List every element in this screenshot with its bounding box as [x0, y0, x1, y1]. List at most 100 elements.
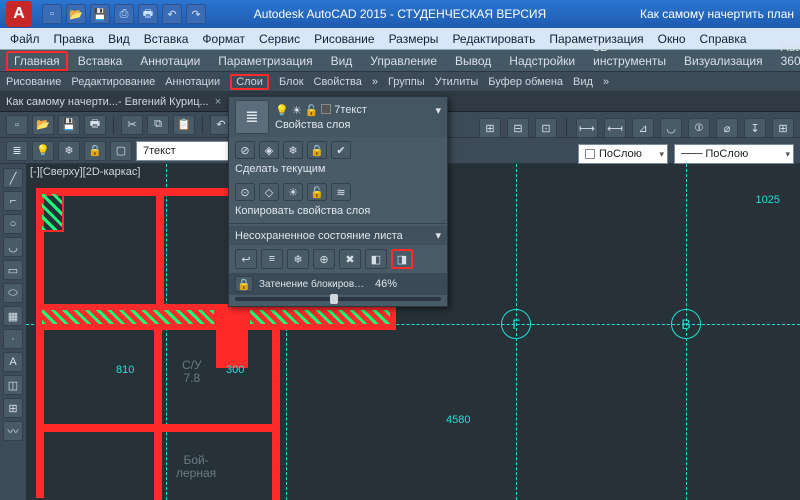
region-icon[interactable]: ◫ [3, 375, 23, 395]
tool-dr2-icon[interactable]: ⊟ [507, 118, 529, 138]
menu-edit[interactable]: Правка [54, 32, 95, 46]
panel-modify[interactable]: Редактирование [71, 76, 155, 88]
menu-format[interactable]: Формат [202, 32, 245, 46]
close-tab-icon[interactable]: × [215, 96, 221, 108]
tool-print-icon[interactable]: 🖶 [84, 115, 106, 135]
make-current-label[interactable]: Сделать текущим [235, 163, 325, 175]
qat-redo-icon[interactable]: ↷ [186, 4, 206, 24]
tab-manage[interactable]: Управление [362, 51, 445, 71]
layer-merge-icon[interactable]: ⊕ [313, 249, 335, 269]
tool-new-icon[interactable]: ▫ [6, 115, 28, 135]
layer-vpfreeze-icon[interactable]: ❄ [287, 249, 309, 269]
layer-make-current-icon[interactable]: ✔ [331, 141, 351, 159]
tool-copy-icon[interactable]: ⧉ [147, 115, 169, 135]
panel-groups[interactable]: Группы [388, 76, 425, 88]
menu-tools[interactable]: Сервис [259, 32, 300, 46]
qat-saveas-icon[interactable]: ⎙ [114, 4, 134, 24]
arc-icon[interactable]: ◡ [3, 237, 23, 257]
layer-on2-icon[interactable]: ⊙ [235, 183, 255, 201]
layer-off-icon[interactable]: ⊘ [235, 141, 255, 159]
panel-utils[interactable]: Утилиты [435, 76, 479, 88]
layer-lock2-icon[interactable]: 🔒 [307, 141, 327, 159]
tab-insert[interactable]: Вставка [70, 51, 131, 71]
tab-home[interactable]: Главная [6, 51, 68, 71]
menu-view[interactable]: Вид [108, 32, 130, 46]
table-icon[interactable]: ⊞ [3, 398, 23, 418]
layer-misc1-icon[interactable]: ◧ [365, 249, 387, 269]
panel-props[interactable]: Свойства [314, 76, 362, 88]
tab-view[interactable]: Вид [323, 51, 361, 71]
layer-thaw-icon[interactable]: ☀ [283, 183, 303, 201]
layer-unlock-icon[interactable]: 🔓 [307, 183, 327, 201]
layer-prev-icon[interactable]: ↩ [235, 249, 257, 269]
layer-iso-icon[interactable]: ◈ [259, 141, 279, 159]
qat-open-icon[interactable]: 📂 [66, 4, 86, 24]
lock-fade-toggle-icon[interactable]: 🔒 [235, 276, 253, 292]
qat-save-icon[interactable]: 💾 [90, 4, 110, 24]
layer-properties-button[interactable]: ≣ [235, 100, 269, 134]
tool-paste-icon[interactable]: 📋 [173, 115, 195, 135]
point-icon[interactable]: · [3, 329, 23, 349]
layer-props-icon[interactable]: ≣ [6, 141, 28, 161]
copy-props-label[interactable]: Копировать свойства слоя [235, 205, 370, 217]
tool-save-icon[interactable]: 💾 [58, 115, 80, 135]
qat-new-icon[interactable]: ▫ [42, 4, 62, 24]
layer-match-icon[interactable]: ≋ [331, 183, 351, 201]
panel-layers[interactable]: Слои [230, 74, 269, 90]
tab-addins[interactable]: Надстройки [501, 51, 583, 71]
app-logo[interactable]: A [6, 1, 32, 27]
tab-render[interactable]: Визуализация [676, 51, 771, 71]
tab-annotate[interactable]: Аннотации [132, 51, 208, 71]
qat-undo-icon[interactable]: ↶ [162, 4, 182, 24]
viewport-label[interactable]: [-][Сверху][2D-каркас] [30, 166, 140, 178]
tool-dim6-icon[interactable]: ⌀ [716, 118, 738, 138]
tab-output[interactable]: Вывод [447, 51, 499, 71]
tool-open-icon[interactable]: 📂 [32, 115, 54, 135]
tool-dim2-icon[interactable]: ⟻ [604, 118, 626, 138]
menu-help[interactable]: Справка [700, 32, 747, 46]
lock-fade-slider[interactable] [235, 297, 441, 301]
layer-freeze2-icon[interactable]: ❄ [283, 141, 303, 159]
ellipse-icon[interactable]: ⬭ [3, 283, 23, 303]
layer-on-icon[interactable]: 💡 [32, 141, 54, 161]
linetype-combo[interactable]: ───ПоСлою [674, 144, 794, 164]
layer-locked-fading-icon[interactable]: ◨ [391, 249, 413, 269]
rect-icon[interactable]: ▭ [3, 260, 23, 280]
text-icon[interactable]: A [3, 352, 23, 372]
panel-more1[interactable]: » [372, 76, 378, 88]
layer-color-icon[interactable]: ▢ [110, 141, 132, 161]
panel-view[interactable]: Вид [573, 76, 593, 88]
document-tab[interactable]: Как самому начерти...- Евгений Куриц... [6, 96, 209, 108]
hatch-icon[interactable]: ▦ [3, 306, 23, 326]
tool-cut-icon[interactable]: ✂ [121, 115, 143, 135]
layer-walk-icon[interactable]: ≡ [261, 249, 283, 269]
panel-clipboard[interactable]: Буфер обмена [488, 76, 563, 88]
circle-icon[interactable]: ○ [3, 214, 23, 234]
layer-delete-icon[interactable]: ✖ [339, 249, 361, 269]
tool-dim3-icon[interactable]: ⊿ [632, 118, 654, 138]
tool-dim1-icon[interactable]: ⟼ [576, 118, 598, 138]
menu-file[interactable]: Файл [10, 32, 40, 46]
tab-3d[interactable]: 3D-инструменты [585, 37, 674, 71]
color-combo[interactable]: ПоСлою [578, 144, 668, 164]
line-icon[interactable]: ╱ [3, 168, 23, 188]
menu-insert[interactable]: Вставка [144, 32, 189, 46]
spline-icon[interactable]: 〰 [3, 421, 23, 441]
layer-lock-icon[interactable]: 🔒 [84, 141, 106, 161]
panel-draw[interactable]: Рисование [6, 76, 61, 88]
tab-parametric[interactable]: Параметризация [210, 51, 320, 71]
tool-dim4-icon[interactable]: ◡ [660, 118, 682, 138]
tool-dim5-icon[interactable]: ⦶ [688, 118, 710, 138]
pline-icon[interactable]: ⌐ [3, 191, 23, 211]
tool-dim7-icon[interactable]: ↧ [744, 118, 766, 138]
panel-block[interactable]: Блок [279, 76, 304, 88]
panel-annot[interactable]: Аннотации [165, 76, 220, 88]
panel-more2[interactable]: » [603, 76, 609, 88]
layer-state-dropdown[interactable]: Несохраненное состояние листа▾ [229, 226, 447, 245]
menu-dimension[interactable]: Размеры [389, 32, 439, 46]
tool-dr3-icon[interactable]: ⊡ [535, 118, 557, 138]
tab-a360[interactable]: Autodesk 360 [773, 37, 800, 71]
menu-draw[interactable]: Рисование [314, 32, 374, 46]
qat-plot-icon[interactable]: 🖶 [138, 4, 158, 24]
layer-uniso-icon[interactable]: ◇ [259, 183, 279, 201]
